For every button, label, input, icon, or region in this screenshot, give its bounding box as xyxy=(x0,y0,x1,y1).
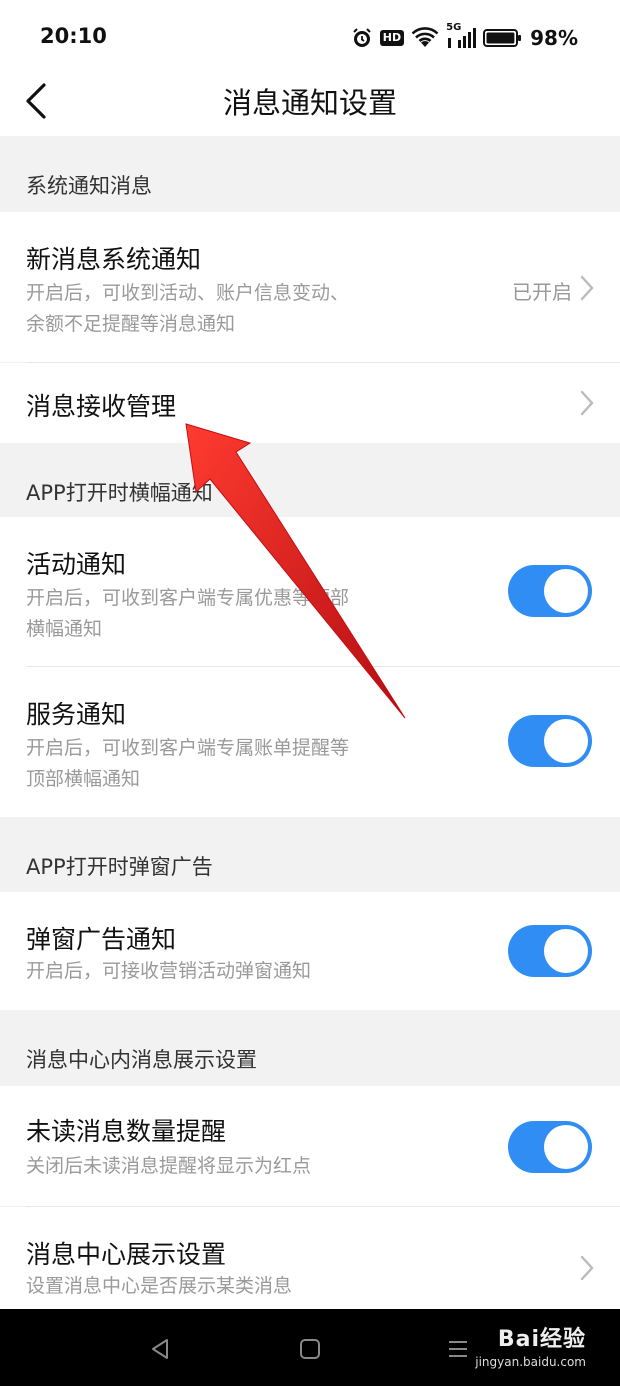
watermark: Bai经验 jingyan.baidu.com xyxy=(475,1321,586,1369)
status-time: 20:10 xyxy=(40,24,107,48)
battery-percent: 98% xyxy=(530,26,578,50)
service-notify-toggle[interactable] xyxy=(508,715,592,767)
section-header-system: 系统通知消息 xyxy=(0,136,620,212)
row-title: 服务通知 xyxy=(26,700,127,729)
system-nav-bar: Bai经验 jingyan.baidu.com xyxy=(0,1309,620,1386)
row-desc-line2: 余额不足提醒等消息通知 xyxy=(26,313,236,335)
setting-activity-notify: 活动通知 开启后，可收到客户端专属优惠等顶部 横幅通知 xyxy=(0,517,620,667)
row-desc-line1: 开启后，可收到客户端专属优惠等顶部 xyxy=(26,587,350,609)
chevron-right-icon xyxy=(580,1255,594,1281)
row-desc-line2: 顶部横幅通知 xyxy=(26,768,141,790)
hd-icon: HD xyxy=(379,30,405,46)
status-value: 已开启 xyxy=(512,280,572,304)
status-bar: 20:10 HD 5G 98% xyxy=(0,0,620,76)
row-desc-line1: 开启后，可收到活动、账户信息变动、 xyxy=(26,282,350,304)
section-title: 消息中心内消息展示设置 xyxy=(26,1048,257,1072)
setting-message-receive-manage[interactable]: 消息接收管理 xyxy=(0,363,620,443)
setting-unread-count-reminder: 未读消息数量提醒 关闭后未读消息提醒将显示为红点 xyxy=(0,1086,620,1206)
toggle-knob xyxy=(544,719,588,763)
setting-message-center-display[interactable]: 消息中心展示设置 设置消息中心是否展示某类消息 xyxy=(0,1207,620,1309)
section-title: APP打开时横幅通知 xyxy=(26,481,213,505)
section-header-banner: APP打开时横幅通知 xyxy=(0,443,620,517)
row-title: 消息接收管理 xyxy=(26,392,177,421)
watermark-brand: Bai经验 xyxy=(497,1327,586,1352)
section-header-popup: APP打开时弹窗广告 xyxy=(0,817,620,892)
5g-signal-icon: 5G xyxy=(446,22,477,50)
nav-menu-icon[interactable] xyxy=(446,1337,470,1361)
network-label: 5G xyxy=(446,22,462,33)
row-desc: 关闭后未读消息提醒将显示为红点 xyxy=(26,1155,312,1177)
row-desc-line1: 开启后，可收到客户端专属账单提醒等 xyxy=(26,737,350,759)
section-title: APP打开时弹窗广告 xyxy=(26,855,213,879)
row-title: 未读消息数量提醒 xyxy=(26,1117,227,1146)
section-title: 系统通知消息 xyxy=(26,174,152,198)
section-header-center: 消息中心内消息展示设置 xyxy=(0,1010,620,1086)
status-icons: HD 5G 98% xyxy=(351,22,578,53)
row-title: 消息中心展示设置 xyxy=(26,1240,227,1269)
toggle-knob xyxy=(544,1125,588,1169)
setting-service-notify: 服务通知 开启后，可收到客户端专属账单提醒等 顶部横幅通知 xyxy=(0,667,620,817)
row-desc-line2: 横幅通知 xyxy=(26,618,103,640)
nav-home-icon[interactable] xyxy=(298,1337,322,1361)
unread-reminder-toggle[interactable] xyxy=(508,1121,592,1173)
alarm-icon xyxy=(351,27,373,49)
row-desc: 设置消息中心是否展示某类消息 xyxy=(26,1275,293,1297)
activity-notify-toggle[interactable] xyxy=(508,565,592,617)
row-title: 弹窗广告通知 xyxy=(26,925,177,954)
popup-ad-toggle[interactable] xyxy=(508,925,592,977)
setting-new-message-system-notify[interactable]: 新消息系统通知 开启后，可收到活动、账户信息变动、 余额不足提醒等消息通知 已开… xyxy=(0,212,620,362)
row-desc: 开启后，可接收营销活动弹窗通知 xyxy=(26,960,312,982)
toggle-knob xyxy=(544,929,588,973)
setting-popup-ad-notify: 弹窗广告通知 开启后，可接收营销活动弹窗通知 xyxy=(0,892,620,1010)
chevron-right-icon xyxy=(580,390,594,416)
watermark-url: jingyan.baidu.com xyxy=(475,1355,586,1369)
nav-back-icon[interactable] xyxy=(148,1337,172,1361)
row-title: 新消息系统通知 xyxy=(26,245,202,274)
page-title: 消息通知设置 xyxy=(222,86,397,120)
row-title: 活动通知 xyxy=(26,550,127,579)
toggle-knob xyxy=(544,569,588,613)
nav-header: 消息通知设置 xyxy=(0,66,620,136)
wifi-icon xyxy=(411,27,439,49)
chevron-right-icon xyxy=(580,275,594,301)
battery-icon xyxy=(483,28,523,48)
